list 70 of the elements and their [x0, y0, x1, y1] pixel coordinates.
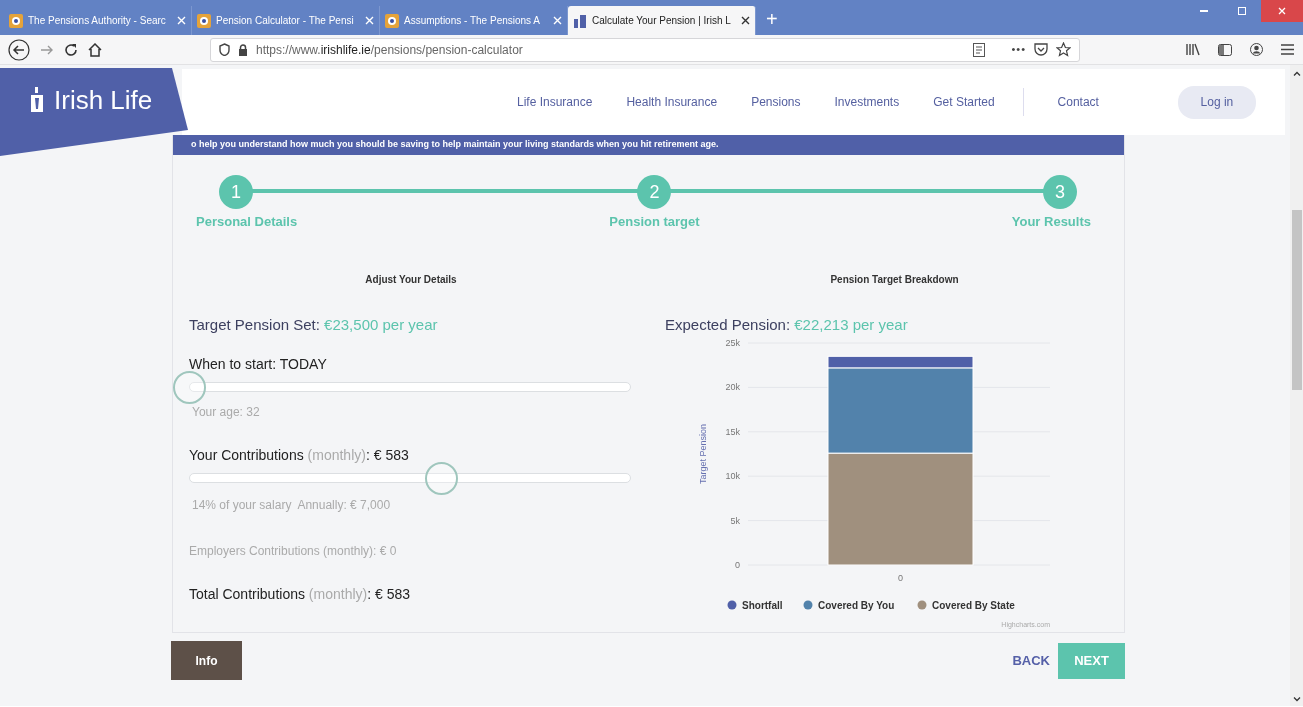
back-icon[interactable] — [8, 38, 30, 61]
star-icon[interactable] — [1056, 42, 1071, 57]
account-icon[interactable] — [1250, 43, 1263, 56]
axis-tick-label: 20k — [725, 382, 740, 393]
favicon-icon — [385, 13, 399, 28]
employer-contributions-text: Employers Contributions (monthly): € 0 — [189, 543, 398, 560]
scroll-up-icon[interactable] — [1293, 71, 1301, 76]
legend-marker[interactable] — [803, 600, 813, 610]
lock-icon — [238, 43, 248, 56]
scroll-down-icon[interactable] — [1293, 697, 1301, 702]
legend-marker[interactable] — [917, 600, 927, 610]
logo-banner[interactable]: Irish Life — [0, 68, 188, 156]
axis-tick-label: 5k — [730, 515, 740, 526]
nav-link[interactable]: Pensions — [751, 93, 801, 111]
url-text: https://www.irishlife.ie/pensions/pension-calculator — [256, 41, 524, 59]
nav-link[interactable]: Investments — [834, 93, 900, 111]
expected-pension-text: Expected Pension: €22,213 per year — [665, 314, 909, 335]
tab-title: Pension Calculator - The Pensi — [216, 14, 355, 28]
restore-icon[interactable] — [1238, 7, 1246, 15]
tab-title: Assumptions - The Pensions A — [404, 14, 541, 28]
new-tab-button[interactable]: + — [756, 6, 788, 35]
close-icon[interactable] — [741, 16, 750, 25]
axis-title: Target Pension — [698, 424, 708, 484]
logo-icon — [30, 87, 44, 113]
logo-text: Irish Life — [54, 87, 153, 113]
home-icon[interactable] — [88, 42, 102, 57]
start-label: When to start: TODAY — [189, 355, 328, 374]
favicon-icon — [197, 13, 211, 28]
axis-tick-label: 0 — [735, 560, 740, 570]
shield-icon — [219, 43, 230, 56]
favicon-icon — [9, 13, 23, 28]
axis-tick-label: 0 — [898, 573, 903, 583]
age-text: Your age: 32 — [192, 404, 261, 421]
more-actions-button[interactable]: ••• — [1011, 41, 1026, 58]
nav-link[interactable]: Health Insurance — [626, 93, 718, 111]
axis-tick-label: 10k — [725, 471, 740, 482]
info-button[interactable]: Info — [171, 641, 242, 680]
target-pension-text: Target Pension Set: €23,500 per year — [189, 314, 439, 335]
address-bar[interactable]: https://www.irishlife.ie/pensions/pension-calculator ••• — [210, 37, 1080, 62]
axis-tick-label: 15k — [725, 426, 740, 437]
scroll-thumb[interactable] — [1292, 210, 1302, 390]
contributions-label: Your Contributions (monthly): € 583 — [189, 446, 410, 465]
salary-text: 14% of your salary Annually: € 7,000 — [192, 497, 392, 514]
pocket-icon[interactable] — [1034, 43, 1048, 56]
nav-link[interactable]: Life Insurance — [517, 93, 593, 111]
back-link[interactable]: BACK — [1012, 650, 1050, 671]
forward-icon[interactable] — [40, 43, 54, 56]
section-heading: Pension Target Breakdown — [829, 272, 960, 287]
section-heading: Adjust Your Details — [364, 272, 458, 287]
tab-title: Calculate Your Pension | Irish L — [592, 14, 732, 28]
legend-marker[interactable] — [727, 600, 737, 610]
tab-title: The Pensions Authority - Searc — [28, 14, 167, 28]
slider[interactable] — [172, 370, 632, 405]
favicon-icon — [573, 13, 587, 28]
library-icon[interactable] — [1186, 43, 1200, 56]
legend-label[interactable]: Covered By State — [932, 600, 1015, 611]
nav-link[interactable]: Get Started — [933, 93, 995, 111]
axis-tick-label: 25k — [725, 338, 740, 348]
legend-label[interactable]: Covered By You — [818, 600, 895, 611]
scrollbar[interactable] — [1290, 65, 1303, 706]
reload-icon[interactable] — [64, 42, 78, 57]
browser-tab[interactable]: Calculate Your Pension | Irish L — [568, 6, 756, 35]
menu-icon[interactable] — [1281, 44, 1294, 55]
intro-text: o help you understand how much you should be saving to help maintain your living standards when you hit retirement age. — [191, 138, 719, 152]
reader-view-icon[interactable] — [973, 42, 986, 57]
total-contributions-text: Total Contributions (monthly): € 583 — [189, 585, 412, 604]
sidebar-icon[interactable] — [1218, 43, 1232, 56]
nav-link[interactable]: Contact — [1057, 93, 1099, 111]
login-button[interactable]: Log in — [1177, 85, 1256, 119]
legend-label[interactable]: Shortfall — [742, 600, 783, 611]
